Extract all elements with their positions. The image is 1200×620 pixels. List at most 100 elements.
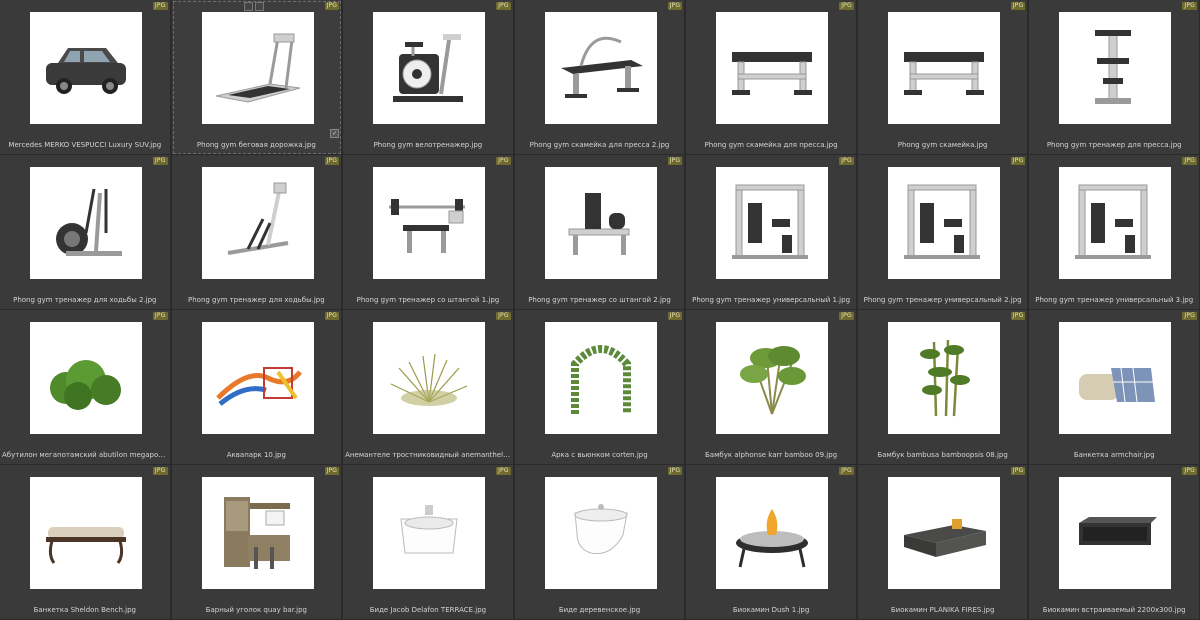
thumbnail-item[interactable]: JPG Mercedes MERKO VESPUCCI Luxury SUV.jp… bbox=[0, 0, 171, 155]
thumbnail-image[interactable] bbox=[1059, 12, 1172, 124]
file-name: Биокамин Dush 1.jpg bbox=[732, 606, 810, 614]
thumbnail-image[interactable] bbox=[1059, 167, 1172, 279]
file-type-badge: JPG bbox=[152, 467, 168, 475]
thumbnail-image[interactable] bbox=[1059, 322, 1172, 434]
file-type-badge: JPG bbox=[667, 312, 683, 320]
thumbnail-image[interactable] bbox=[887, 322, 1000, 434]
built-in-fireplace-icon bbox=[1079, 517, 1158, 545]
thumbnail-item[interactable]: JPG Phong gym тренажер для ходьбы.jpg bbox=[171, 155, 343, 310]
thumbnail-item[interactable]: JPG Абутилон мегапотамский abutilon megap… bbox=[0, 310, 171, 465]
file-type-badge: JPG bbox=[1010, 467, 1026, 475]
vine-arch-icon bbox=[570, 345, 631, 414]
file-type-badge: JPG bbox=[1182, 157, 1197, 165]
thumbnail-item[interactable]: JPG Биде деревенское.jpg bbox=[514, 465, 686, 620]
thumbnail-image[interactable] bbox=[716, 167, 829, 279]
thumbnail-item[interactable]: JPG Банкетка Sheldon Bench.jpg bbox=[0, 465, 171, 620]
thumbnail-item[interactable]: JPG Phong gym тренажер универсальный 3.jp… bbox=[1029, 155, 1200, 310]
thumbnail-grid: JPG Mercedes MERKO VESPUCCI Luxury SUV.jp… bbox=[0, 0, 1200, 620]
thumbnail-image[interactable] bbox=[201, 12, 314, 124]
file-name: Банкетка Sheldon Bench.jpg bbox=[33, 606, 136, 614]
check-icon[interactable]: ✓ bbox=[330, 129, 340, 138]
file-name: Бамбук alphonse karr bamboo 09.jpg bbox=[705, 451, 838, 459]
square-select-icon[interactable] bbox=[244, 2, 253, 11]
thumbnail-item[interactable]: JPG Phong gym велотренажер.jpg bbox=[343, 0, 514, 155]
file-name: Банкетка armchair.jpg bbox=[1073, 451, 1155, 459]
thumbnail-image[interactable] bbox=[373, 167, 486, 279]
leg-machine-icon bbox=[568, 193, 630, 255]
bar-corner-icon bbox=[223, 497, 290, 569]
file-name: Phong gym тренажер универсальный 1.jpg bbox=[692, 296, 851, 304]
thumbnail-item[interactable]: JPG Phong gym тренажер со штангой 2.jpg bbox=[514, 155, 686, 310]
thumbnail-image[interactable] bbox=[544, 167, 657, 279]
treadmill-icon bbox=[215, 33, 300, 103]
thumbnail-image[interactable] bbox=[716, 477, 829, 589]
thumbnail-image[interactable] bbox=[1059, 477, 1172, 589]
thumbnail-item[interactable]: JPG Биокамин Dush 1.jpg bbox=[686, 465, 857, 620]
bamboo-icon bbox=[919, 339, 970, 417]
file-type-badge: JPG bbox=[152, 2, 168, 10]
thumbnail-image[interactable] bbox=[716, 322, 829, 434]
thumbnail-image[interactable] bbox=[30, 12, 142, 124]
thumbnail-item[interactable]: JPG Phong gym скамейка.jpg bbox=[857, 0, 1029, 155]
flat-bench-icon bbox=[732, 52, 813, 95]
file-name: Биде Jacob Delafon TERRACE.jpg bbox=[369, 606, 487, 614]
thumbnail-image[interactable] bbox=[544, 12, 657, 124]
file-name: Бамбук bambusa bamboopsis 08.jpg bbox=[877, 451, 1008, 459]
thumbnail-item[interactable]: JPG Phong gym тренажер для пресса.jpg bbox=[1029, 0, 1200, 155]
file-name: Phong gym тренажер универсальный 2.jpg bbox=[863, 296, 1022, 304]
thumbnail-item[interactable]: JPG Анемантеле тростниковидный anemanthel… bbox=[343, 310, 514, 465]
file-type-badge: JPG bbox=[324, 467, 340, 475]
file-type-badge: JPG bbox=[667, 157, 683, 165]
thumbnail-item[interactable]: JPG Биокамин PLANIKA FIRES.jpg bbox=[857, 465, 1029, 620]
thumbnail-image[interactable] bbox=[373, 12, 486, 124]
thumbnail-image[interactable] bbox=[201, 477, 314, 589]
thumbnail-image[interactable] bbox=[30, 477, 142, 589]
file-name: Phong gym тренажер для пресса.jpg bbox=[1046, 141, 1182, 149]
file-name: Арка с вьюнком corten.jpg bbox=[551, 451, 648, 459]
file-name: Аквапарк 10.jpg bbox=[226, 451, 286, 459]
thumbnail-image[interactable] bbox=[887, 477, 1000, 589]
thumbnail-item[interactable]: JPG Phong gym тренажер универсальный 1.jp… bbox=[686, 155, 857, 310]
file-type-badge: JPG bbox=[839, 312, 854, 320]
thumbnail-item[interactable]: JPG Phong gym тренажер со штангой 1.jpg bbox=[343, 155, 514, 310]
thumbnail-image[interactable] bbox=[716, 12, 829, 124]
thumbnail-item[interactable]: JPG Бамбук alphonse karr bamboo 09.jpg bbox=[686, 310, 857, 465]
thumbnail-image[interactable] bbox=[201, 167, 314, 279]
thumbnail-image[interactable] bbox=[30, 322, 142, 434]
file-name: Phong gym беговая дорожка.jpg bbox=[196, 141, 316, 149]
file-type-badge: JPG bbox=[496, 467, 511, 475]
thumbnail-item[interactable]: JPG Phong gym скамейка для пресса.jpg bbox=[686, 0, 857, 155]
thumbnail-item[interactable]: JPG Банкетка armchair.jpg bbox=[1029, 310, 1200, 465]
file-type-badge: JPG bbox=[496, 312, 511, 320]
thumbnail-image[interactable] bbox=[373, 477, 486, 589]
thumbnail-item[interactable]: JPG Бамбук bambusa bamboopsis 08.jpg bbox=[857, 310, 1029, 465]
file-name: Phong gym тренажер для ходьбы 2.jpg bbox=[13, 296, 157, 304]
file-name: Биокамин встраиваемый 2200x300.jpg bbox=[1042, 606, 1186, 614]
exercise-bike-icon bbox=[393, 34, 464, 102]
thumbnail-image[interactable] bbox=[30, 167, 142, 279]
thumbnail-image[interactable] bbox=[373, 322, 486, 434]
selection-toolbar bbox=[244, 2, 264, 11]
file-name: Phong gym скамейка для пресса 2.jpg bbox=[529, 141, 670, 149]
thumbnail-item[interactable]: JPG Арка с вьюнком corten.jpg bbox=[514, 310, 686, 465]
thumbnail-item[interactable]: JPG Барный уголок quay bar.jpg bbox=[171, 465, 343, 620]
thumbnail-item[interactable]: JPG Биде Jacob Delafon TERRACE.jpg bbox=[343, 465, 514, 620]
file-name: Phong gym тренажер для ходьбы.jpg bbox=[188, 296, 325, 304]
thumbnail-image[interactable] bbox=[201, 322, 314, 434]
thumbnail-image[interactable] bbox=[544, 322, 657, 434]
thumbnail-image[interactable] bbox=[887, 167, 1000, 279]
file-type-badge: JPG bbox=[667, 2, 683, 10]
file-type-badge: JPG bbox=[1010, 312, 1026, 320]
thumbnail-item[interactable]: JPG Биокамин встраиваемый 2200x300.jpg bbox=[1029, 465, 1200, 620]
file-type-badge: JPG bbox=[1182, 467, 1197, 475]
thumbnail-item[interactable]: JPG Phong gym тренажер универсальный 2.jp… bbox=[857, 155, 1029, 310]
thumbnail-item[interactable]: JPG Phong gym беговая дорожка.jpg ✓ bbox=[171, 0, 343, 155]
thumbnail-item[interactable]: JPG Phong gym скамейка для пресса 2.jpg bbox=[514, 0, 686, 155]
thumbnail-image[interactable] bbox=[887, 12, 1000, 124]
file-type-badge: JPG bbox=[839, 157, 854, 165]
thumbnail-item[interactable]: JPG Аквапарк 10.jpg bbox=[171, 310, 343, 465]
shrub-icon bbox=[50, 360, 121, 410]
thumbnail-image[interactable] bbox=[544, 477, 657, 589]
thumbnail-item[interactable]: JPG Phong gym тренажер для ходьбы 2.jpg bbox=[0, 155, 171, 310]
slash-icon[interactable] bbox=[255, 2, 264, 11]
